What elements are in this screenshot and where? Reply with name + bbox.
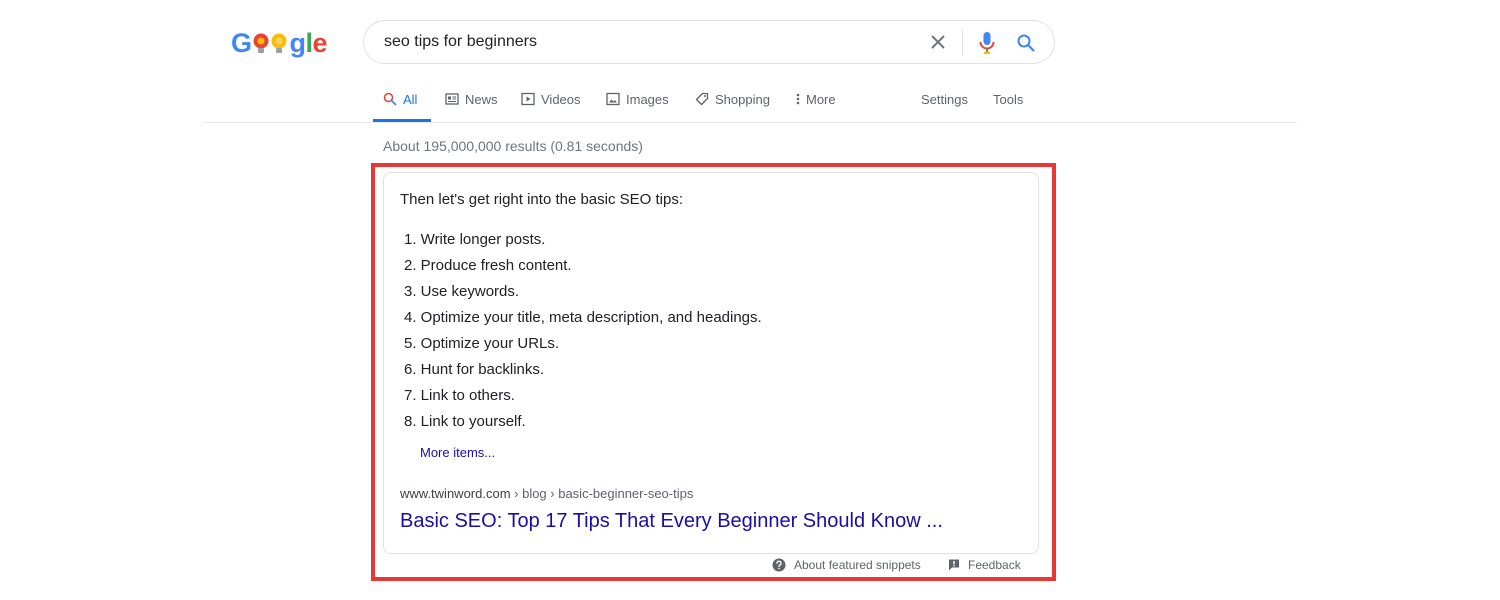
tag-icon	[695, 92, 709, 106]
settings-label: Settings	[921, 92, 968, 107]
tools-label: Tools	[993, 92, 1024, 107]
lightbulb-doodle-icon	[252, 31, 290, 55]
logo-letter-l: l	[305, 28, 314, 58]
microphone-icon[interactable]	[978, 31, 996, 55]
tab-more[interactable]: More	[796, 90, 836, 123]
about-featured-snippets-link[interactable]: About featured snippets	[794, 556, 921, 574]
tab-label: Videos	[541, 92, 581, 107]
search-box-divider	[962, 30, 963, 56]
tab-news[interactable]: News	[445, 90, 498, 123]
google-logo[interactable]: G gle	[231, 28, 328, 58]
help-icon	[772, 558, 786, 572]
logo-letter-g2: g	[289, 28, 307, 58]
image-icon	[606, 92, 620, 106]
tab-label: All	[403, 92, 418, 107]
tab-all[interactable]: All	[373, 90, 431, 123]
tab-label: Images	[626, 92, 669, 107]
settings-link[interactable]: Settings	[921, 90, 968, 123]
logo-letter-g: G	[231, 28, 252, 58]
feedback-link[interactable]: Feedback	[968, 556, 1021, 574]
tab-label: More	[806, 92, 836, 107]
video-icon	[521, 92, 535, 106]
nav-divider	[203, 122, 1297, 123]
news-icon	[445, 93, 459, 105]
feedback-flag-icon	[949, 559, 959, 571]
highlight-annotation-box	[371, 163, 1056, 581]
search-icon[interactable]	[1016, 33, 1036, 53]
clear-icon[interactable]	[929, 33, 947, 51]
search-input[interactable]	[384, 31, 904, 53]
tab-shopping[interactable]: Shopping	[695, 90, 770, 123]
search-tabs: All News Videos Images Shopping More Set…	[373, 90, 1043, 123]
tab-label: News	[465, 92, 498, 107]
snippet-footer: About featured snippets Feedback	[770, 556, 1030, 574]
tab-images[interactable]: Images	[606, 90, 669, 123]
logo-letter-e: e	[312, 28, 328, 58]
search-icon	[383, 92, 397, 106]
tab-label: Shopping	[715, 92, 770, 107]
tools-link[interactable]: Tools	[993, 90, 1023, 123]
more-vert-icon	[796, 93, 800, 105]
search-box	[363, 20, 1055, 64]
result-stats: About 195,000,000 results (0.81 seconds)	[383, 138, 643, 154]
tab-videos[interactable]: Videos	[521, 90, 581, 123]
